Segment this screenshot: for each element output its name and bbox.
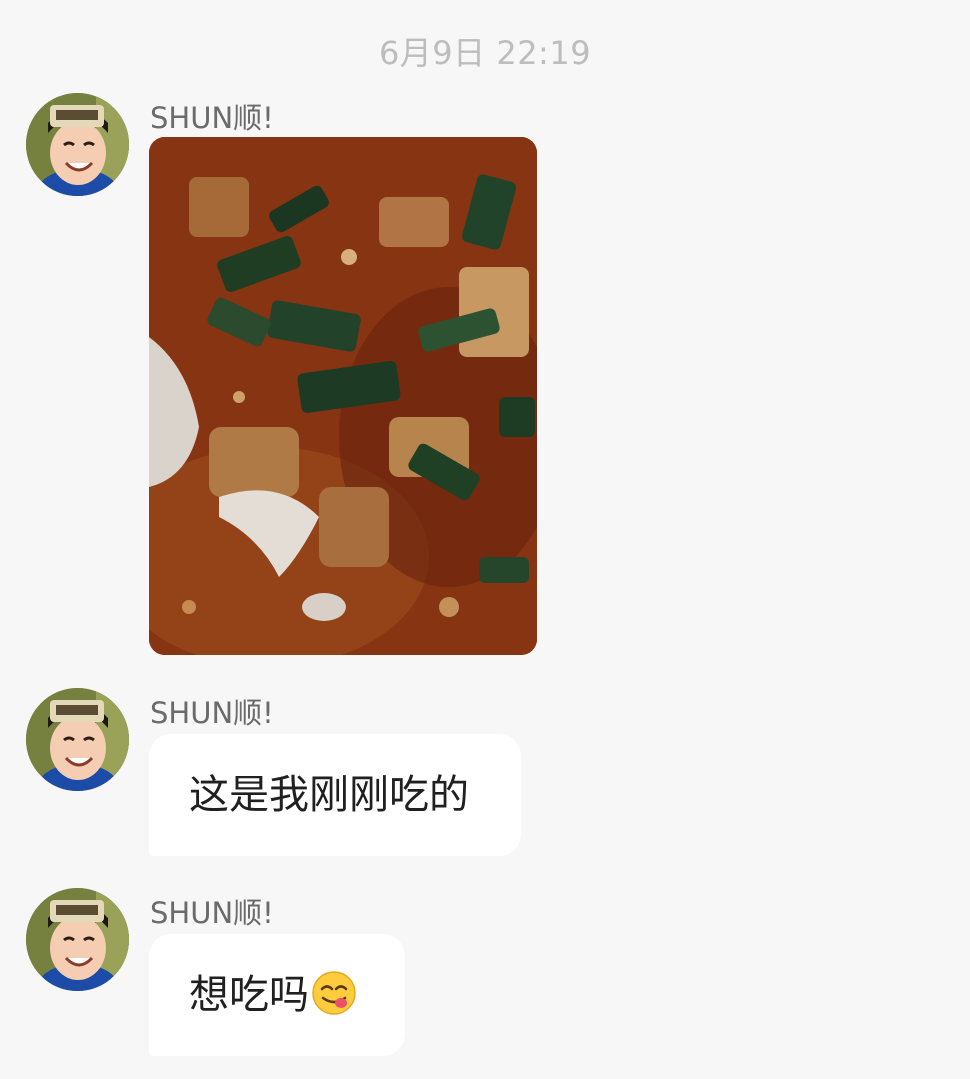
sender-avatar[interactable] xyxy=(26,888,129,991)
chat-message-text: SHUN顺! 想吃吗 xyxy=(26,888,956,1068)
sender-name: SHUN顺! xyxy=(150,101,274,135)
message-bubble[interactable]: 这是我刚刚吃的 xyxy=(149,734,521,856)
message-text: 想吃吗 xyxy=(189,972,309,1018)
chat-message-text: SHUN顺! 这是我刚刚吃的 xyxy=(26,688,956,858)
sender-avatar[interactable] xyxy=(26,93,129,196)
message-text: 这是我刚刚吃的 xyxy=(189,772,469,818)
chat-message-image: SHUN顺! xyxy=(26,93,956,663)
message-photo[interactable] xyxy=(149,137,537,655)
chat-timestamp: 6月9日 22:19 xyxy=(378,34,592,72)
sender-avatar[interactable] xyxy=(26,688,129,791)
sender-name: SHUN顺! xyxy=(150,896,274,930)
message-bubble[interactable]: 想吃吗 xyxy=(149,934,405,1056)
yum-face-icon xyxy=(311,970,357,1016)
sender-name: SHUN顺! xyxy=(150,696,274,730)
